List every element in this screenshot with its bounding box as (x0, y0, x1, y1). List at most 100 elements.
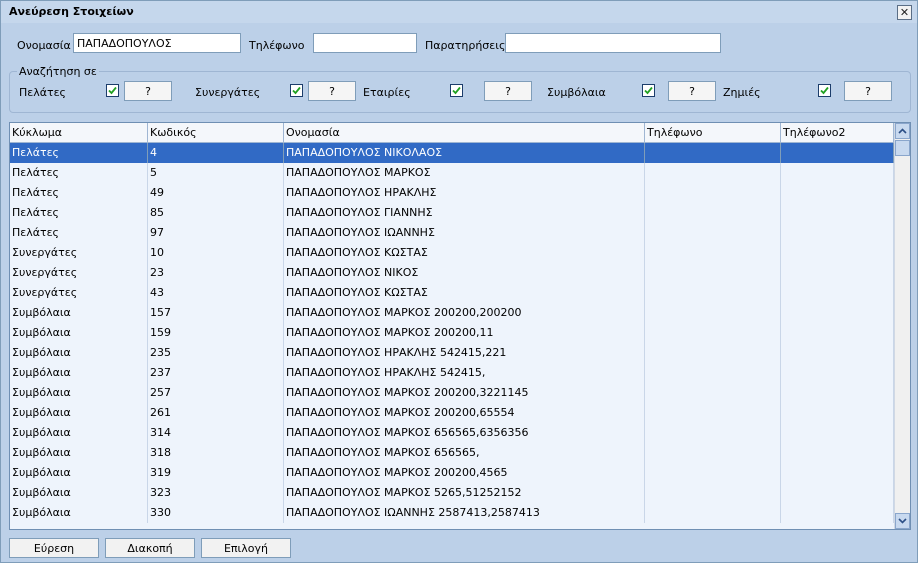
check-icon (452, 86, 461, 95)
table-row[interactable]: Συμβόλαια 157 ΠΑΠΑΔΟΠΟΥΛΟΣ ΜΑΡΚΟΣ 200200,2… (10, 303, 894, 323)
title-bar[interactable]: Ανεύρεση Στοιχείων ✕ (1, 1, 917, 23)
claims-options-button[interactable]: ? (844, 81, 892, 101)
cell-circuit: Συμβόλαια (10, 443, 148, 463)
cell-code: 235 (148, 343, 284, 363)
cell-phone2 (781, 223, 894, 243)
cell-phone2 (781, 403, 894, 423)
cell-phone (645, 303, 781, 323)
table-row[interactable]: Πελάτες 85 ΠΑΠΑΔΟΠΟΥΛΟΣ ΓΙΑΝΝΗΣ (10, 203, 894, 223)
notes-input[interactable] (505, 33, 721, 53)
phone-label: Τηλέφωνο (249, 39, 305, 52)
table-row[interactable]: Συμβόλαια 235 ΠΑΠΑΔΟΠΟΥΛΟΣ ΗΡΑΚΛΗΣ 542415,… (10, 343, 894, 363)
table-row[interactable]: Συμβόλαια 323 ΠΑΠΑΔΟΠΟΥΛΟΣ ΜΑΡΚΟΣ 5265,512… (10, 483, 894, 503)
cell-phone (645, 503, 781, 523)
cell-phone2 (781, 243, 894, 263)
table-row[interactable]: Συνεργάτες 10 ΠΑΠΑΔΟΠΟΥΛΟΣ ΚΩΣΤΑΣ (10, 243, 894, 263)
partners-checkbox[interactable] (290, 84, 303, 97)
table-row[interactable]: Συμβόλαια 330 ΠΑΠΑΔΟΠΟΥΛΟΣ ΙΩΑΝΝΗΣ 2587413… (10, 503, 894, 523)
contracts-checkbox[interactable] (642, 84, 655, 97)
cell-circuit: Πελάτες (10, 223, 148, 243)
cell-code: 323 (148, 483, 284, 503)
cell-circuit: Πελάτες (10, 183, 148, 203)
cell-name: ΠΑΠΑΔΟΠΟΥΛΟΣ ΝΙΚΟΣ (284, 263, 645, 283)
cell-phone (645, 423, 781, 443)
cell-phone2 (781, 503, 894, 523)
cell-circuit: Συνεργάτες (10, 263, 148, 283)
check-icon (292, 86, 301, 95)
chevron-down-icon (898, 518, 907, 524)
table-row[interactable]: Πελάτες 49 ΠΑΠΑΔΟΠΟΥΛΟΣ ΗΡΑΚΛΗΣ (10, 183, 894, 203)
name-label: Ονομασία (17, 39, 71, 52)
cell-phone (645, 283, 781, 303)
cell-name: ΠΑΠΑΔΟΠΟΥΛΟΣ ΜΑΡΚΟΣ 200200,3221145 (284, 383, 645, 403)
customers-checkbox[interactable] (106, 84, 119, 97)
cell-phone (645, 243, 781, 263)
column-header-phone2[interactable]: Τηλέφωνο2 (781, 123, 894, 143)
cell-name: ΠΑΠΑΔΟΠΟΥΛΟΣ ΗΡΑΚΛΗΣ (284, 183, 645, 203)
phone-input[interactable] (313, 33, 417, 53)
cell-phone (645, 183, 781, 203)
cell-phone2 (781, 323, 894, 343)
table-row[interactable]: Πελάτες 97 ΠΑΠΑΔΟΠΟΥΛΟΣ ΙΩΑΝΝΗΣ (10, 223, 894, 243)
cell-circuit: Συμβόλαια (10, 383, 148, 403)
claims-label: Ζημιές (723, 86, 761, 99)
column-header-circuit[interactable]: Κύκλωμα (10, 123, 148, 143)
close-button[interactable]: ✕ (897, 5, 912, 20)
cell-name: ΠΑΠΑΔΟΠΟΥΛΟΣ ΜΑΡΚΟΣ 200200,11 (284, 323, 645, 343)
select-button[interactable]: Επιλογή (201, 538, 291, 558)
table-row[interactable]: Συμβόλαια 314 ΠΑΠΑΔΟΠΟΥΛΟΣ ΜΑΡΚΟΣ 656565,6… (10, 423, 894, 443)
find-button[interactable]: Εύρεση (9, 538, 99, 558)
cell-name: ΠΑΠΑΔΟΠΟΥΛΟΣ ΜΑΡΚΟΣ 656565,6356356 (284, 423, 645, 443)
scroll-thumb[interactable] (895, 140, 910, 156)
cell-phone (645, 483, 781, 503)
table-row[interactable]: Πελάτες 5 ΠΑΠΑΔΟΠΟΥΛΟΣ ΜΑΡΚΟΣ (10, 163, 894, 183)
customers-options-button[interactable]: ? (124, 81, 172, 101)
contracts-options-button[interactable]: ? (668, 81, 716, 101)
table-row[interactable]: Συνεργάτες 43 ΠΑΠΑΔΟΠΟΥΛΟΣ ΚΩΣΤΑΣ (10, 283, 894, 303)
table-row[interactable]: Συμβόλαια 319 ΠΑΠΑΔΟΠΟΥΛΟΣ ΜΑΡΚΟΣ 200200,4… (10, 463, 894, 483)
cell-name: ΠΑΠΑΔΟΠΟΥΛΟΣ ΚΩΣΤΑΣ (284, 243, 645, 263)
cell-name: ΠΑΠΑΔΟΠΟΥΛΟΣ ΜΑΡΚΟΣ 200200,200200 (284, 303, 645, 323)
cell-code: 330 (148, 503, 284, 523)
cell-phone2 (781, 163, 894, 183)
cell-phone2 (781, 383, 894, 403)
table-row[interactable]: Πελάτες 4 ΠΑΠΑΔΟΠΟΥΛΟΣ ΝΙΚΟΛΑΟΣ (10, 143, 894, 163)
column-header-phone[interactable]: Τηλέφωνο (645, 123, 781, 143)
cell-code: 314 (148, 423, 284, 443)
check-icon (644, 86, 653, 95)
column-header-code[interactable]: Κωδικός (148, 123, 284, 143)
notes-label: Παρατηρήσεις (425, 39, 506, 52)
cell-phone (645, 363, 781, 383)
scroll-down-button[interactable] (895, 513, 910, 529)
cell-code: 23 (148, 263, 284, 283)
table-row[interactable]: Συμβόλαια 318 ΠΑΠΑΔΟΠΟΥΛΟΣ ΜΑΡΚΟΣ 656565, (10, 443, 894, 463)
cell-code: 5 (148, 163, 284, 183)
cell-circuit: Συμβόλαια (10, 423, 148, 443)
partners-label: Συνεργάτες (195, 86, 261, 99)
companies-options-button[interactable]: ? (484, 81, 532, 101)
table-row[interactable]: Συνεργάτες 23 ΠΑΠΑΔΟΠΟΥΛΟΣ ΝΙΚΟΣ (10, 263, 894, 283)
table-row[interactable]: Συμβόλαια 159 ΠΑΠΑΔΟΠΟΥΛΟΣ ΜΑΡΚΟΣ 200200,1… (10, 323, 894, 343)
companies-label: Εταιρίες (363, 86, 411, 99)
cell-circuit: Πελάτες (10, 163, 148, 183)
column-header-name[interactable]: Ονομασία (284, 123, 645, 143)
cell-code: 318 (148, 443, 284, 463)
claims-checkbox[interactable] (818, 84, 831, 97)
scroll-up-button[interactable] (895, 123, 910, 139)
cell-phone2 (781, 143, 894, 163)
table-row[interactable]: Συμβόλαια 261 ΠΑΠΑΔΟΠΟΥΛΟΣ ΜΑΡΚΟΣ 200200,6… (10, 403, 894, 423)
cell-phone2 (781, 183, 894, 203)
table-row[interactable]: Συμβόλαια 237 ΠΑΠΑΔΟΠΟΥΛΟΣ ΗΡΑΚΛΗΣ 542415, (10, 363, 894, 383)
cell-circuit: Συμβόλαια (10, 403, 148, 423)
table-row[interactable]: Συμβόλαια 257 ΠΑΠΑΔΟΠΟΥΛΟΣ ΜΑΡΚΟΣ 200200,3… (10, 383, 894, 403)
cell-phone2 (781, 263, 894, 283)
stop-button[interactable]: Διακοπή (105, 538, 195, 558)
partners-options-button[interactable]: ? (308, 81, 356, 101)
cell-circuit: Συμβόλαια (10, 323, 148, 343)
cell-phone (645, 163, 781, 183)
vertical-scrollbar[interactable] (894, 123, 910, 529)
name-input[interactable] (73, 33, 241, 53)
cell-phone2 (781, 303, 894, 323)
cell-phone2 (781, 343, 894, 363)
companies-checkbox[interactable] (450, 84, 463, 97)
